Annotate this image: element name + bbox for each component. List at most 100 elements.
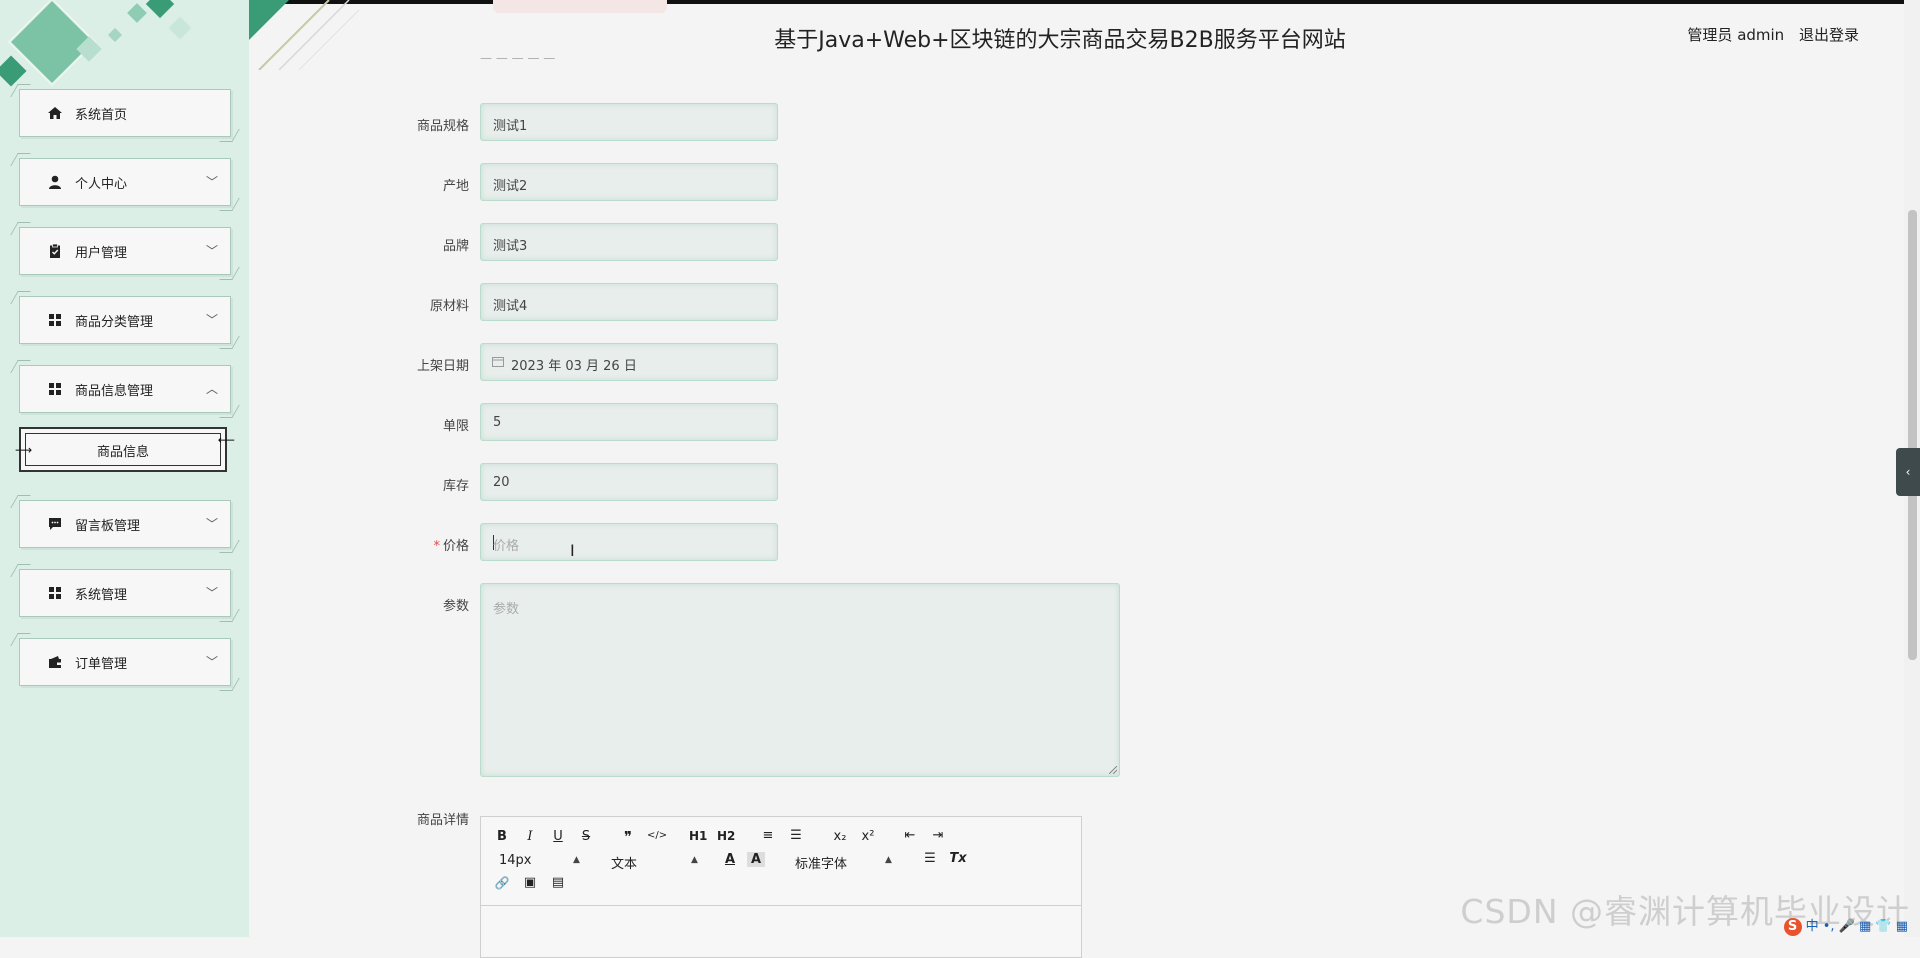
- outdent-button[interactable]: ⇤: [901, 828, 919, 843]
- indent-button[interactable]: ⇥: [929, 828, 947, 843]
- background-color-button[interactable]: A: [747, 852, 765, 867]
- decor-square: [168, 16, 192, 40]
- form-label: 单限: [442, 419, 469, 434]
- ime-toolbar[interactable]: S中 •, 🎤 ▦ 👕 ▦: [1783, 915, 1908, 936]
- font-family-select[interactable]: 标准字体 ▲: [795, 853, 895, 872]
- params-textarea[interactable]: 参数: [480, 583, 1120, 777]
- resize-handle-icon[interactable]: [1109, 766, 1117, 774]
- form-label: 参数: [442, 599, 469, 614]
- align-button[interactable]: ☰: [921, 851, 939, 866]
- current-user: 管理员 admin: [1687, 26, 1785, 44]
- block-format-value: 文本: [611, 857, 638, 872]
- grid-icon: [49, 383, 61, 395]
- ordered-list-button[interactable]: ≡: [759, 828, 777, 843]
- image-button[interactable]: ▣: [521, 875, 539, 890]
- link-button[interactable]: 🔗: [493, 876, 511, 890]
- menu-item-label: 用户管理: [75, 246, 128, 261]
- text-cursor-icon: I: [570, 541, 575, 560]
- block-format-select[interactable]: 文本 ▲: [611, 853, 701, 872]
- select-updown-icon: ▲: [885, 855, 892, 865]
- menu-item-label: 留言板管理: [75, 519, 141, 534]
- required-mark: *: [433, 539, 440, 554]
- home-icon: [48, 107, 62, 119]
- menu-item-personal-center[interactable]: 个人中心 ﹀: [19, 158, 231, 206]
- h1-button[interactable]: H1: [689, 829, 707, 843]
- subscript-button[interactable]: x₂: [831, 829, 849, 844]
- message-icon: [49, 518, 61, 530]
- font-size-select[interactable]: 14px ▲: [499, 853, 580, 868]
- form-label: 库存: [442, 479, 469, 494]
- spec-input[interactable]: 测试1: [480, 103, 778, 141]
- superscript-button[interactable]: x²: [859, 829, 877, 844]
- submenu-label: 商品信息: [96, 445, 149, 460]
- menu-item-product-management[interactable]: 商品信息管理 ︿: [19, 365, 231, 413]
- form-label: 商品详情: [416, 813, 469, 828]
- chevron-down-icon: ﹀: [205, 586, 218, 600]
- bold-button[interactable]: B: [493, 829, 511, 844]
- menu-item-label: 订单管理: [75, 657, 128, 672]
- decor-square: [145, 0, 175, 19]
- user-icon: [49, 175, 61, 189]
- stock-input[interactable]: 20: [480, 463, 778, 501]
- font-family-value: 标准字体: [795, 857, 848, 872]
- price-input[interactable]: 价格: [480, 523, 778, 561]
- video-button[interactable]: ▤: [549, 875, 567, 890]
- select-updown-icon: ▲: [691, 855, 698, 865]
- decor-square: [107, 27, 123, 43]
- material-input[interactable]: 测试4: [480, 283, 778, 321]
- blockquote-button[interactable]: ❞: [619, 828, 637, 846]
- clear-format-button[interactable]: Tx: [949, 851, 967, 866]
- menu-item-label: 系统首页: [75, 108, 128, 123]
- strike-button[interactable]: S: [577, 829, 595, 844]
- menu-item-label: 系统管理: [75, 588, 128, 603]
- menu-item-system-management[interactable]: 系统管理 ﹀: [19, 569, 231, 617]
- wallet-icon: [49, 656, 61, 668]
- code-block-button[interactable]: </>: [647, 830, 667, 841]
- chevron-down-icon: ﹀: [205, 655, 218, 669]
- brand-input[interactable]: 测试3: [480, 223, 778, 261]
- scrollbar-thumb[interactable]: [1908, 210, 1917, 660]
- editor-toolbar: B I U S ❞ </> H1 H2 ≡ ☰ x₂ x² ⇤ ⇥ 14px ▲…: [481, 817, 1081, 906]
- underline-button[interactable]: U: [549, 829, 567, 844]
- chevron-left-icon: ‹: [1905, 465, 1911, 479]
- origin-input[interactable]: 测试2: [480, 163, 778, 201]
- cut-off-hint: — — — — —: [480, 55, 556, 63]
- menu-item-label: 商品信息管理: [75, 384, 154, 399]
- form-label-price: * 价格: [433, 535, 469, 554]
- header-user-area: 管理员 admin 退出登录: [1687, 24, 1859, 45]
- form-label: 品牌: [442, 239, 469, 254]
- chevron-up-icon: ︿: [205, 382, 218, 396]
- font-size-value: 14px: [499, 853, 532, 868]
- menu-item-order-management[interactable]: 订单管理 ﹀: [19, 638, 231, 686]
- italic-button[interactable]: I: [521, 829, 539, 844]
- input-value: 测试4: [493, 299, 528, 314]
- chevron-down-icon: ﹀: [205, 517, 218, 531]
- menu-item-home[interactable]: 系统首页: [19, 89, 231, 137]
- bullet-list-button[interactable]: ☰: [787, 828, 805, 843]
- input-value: 5: [493, 415, 502, 430]
- input-placeholder: 价格: [493, 539, 520, 554]
- textarea-placeholder: 参数: [493, 602, 520, 617]
- clipboard-icon: [50, 243, 60, 258]
- top-notice-bar: [493, 0, 667, 13]
- h2-button[interactable]: H2: [717, 829, 735, 843]
- submenu-item-product-info[interactable]: ⟶ ⟵ 商品信息: [15, 427, 235, 472]
- side-panel-toggle[interactable]: ‹: [1896, 448, 1920, 496]
- chevron-down-icon: ﹀: [205, 244, 218, 258]
- logout-link[interactable]: 退出登录: [1799, 26, 1859, 44]
- date-value: 2023 年 03 月 26 日: [511, 359, 637, 374]
- menu-item-category-management[interactable]: 商品分类管理 ﹀: [19, 296, 231, 344]
- form-label: 产地: [442, 179, 469, 194]
- menu-item-user-management[interactable]: 用户管理 ﹀: [19, 227, 231, 275]
- listing-date-picker[interactable]: 2023 年 03 月 26 日: [480, 343, 778, 381]
- limit-input[interactable]: 5: [480, 403, 778, 441]
- grid-icon: [49, 587, 61, 599]
- select-updown-icon: ▲: [573, 855, 580, 865]
- font-color-button[interactable]: A: [721, 852, 739, 867]
- menu-item-message-board[interactable]: 留言板管理 ﹀: [19, 500, 231, 548]
- form-label-text: 价格: [442, 539, 469, 554]
- ime-logo: S: [1783, 918, 1802, 936]
- input-value: 20: [493, 475, 510, 490]
- form-label: 商品规格: [416, 119, 469, 134]
- sidebar: 系统首页 个人中心 ﹀ 用户管理 ﹀ 商品分类管理 ﹀ 商品信息管理 ︿ ⟶ ⟵…: [0, 0, 249, 937]
